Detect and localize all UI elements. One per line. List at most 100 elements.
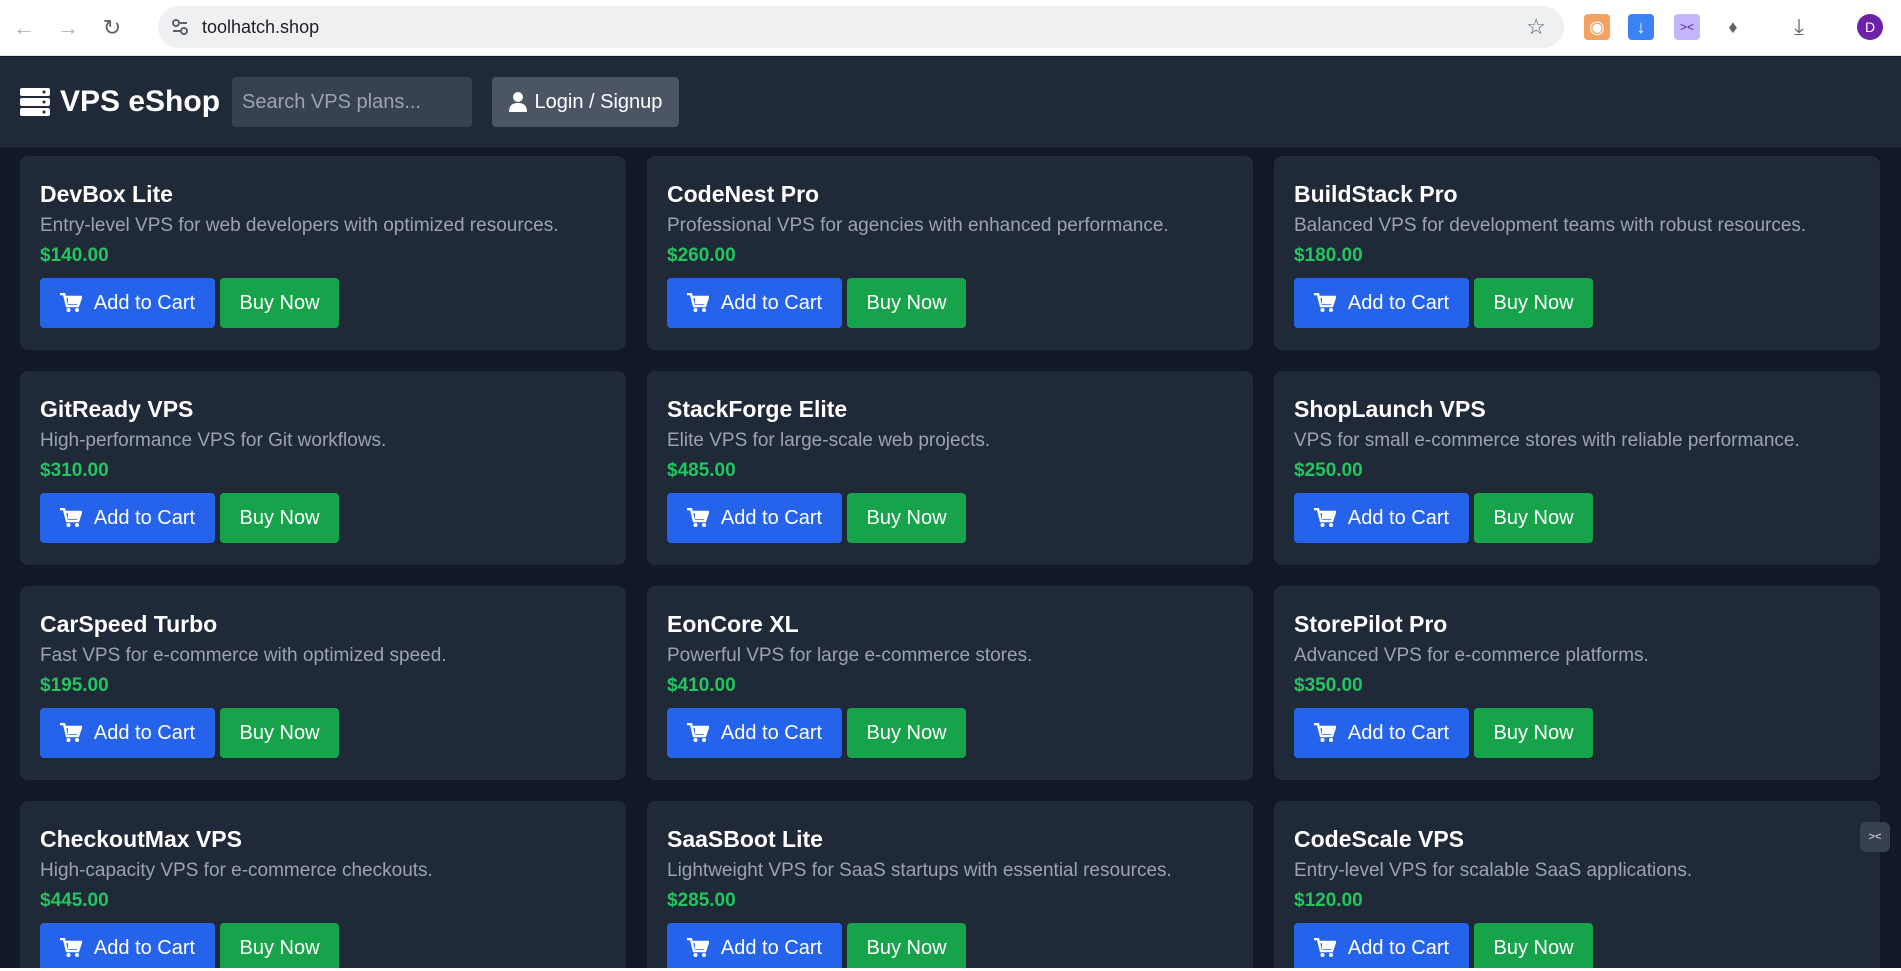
- buy-now-button[interactable]: Buy Now: [1474, 493, 1593, 543]
- product-grid: DevBox Lite Entry-level VPS for web deve…: [20, 156, 1880, 971]
- product-card: CheckoutMax VPS High-capacity VPS for e-…: [20, 801, 626, 971]
- product-price: $310.00: [40, 460, 109, 481]
- product-name: CheckoutMax VPS: [40, 826, 242, 852]
- product-name: BuildStack Pro: [1294, 181, 1458, 207]
- buy-now-button[interactable]: Buy Now: [847, 923, 966, 971]
- product-name: CodeScale VPS: [1294, 826, 1465, 852]
- browser-toolbar: ← → ↻ toolhatch.shop ☆ ◉ ↓ >< ♦ ⤓ D: [0, 0, 1901, 56]
- product-description: High-performance VPS for Git workflows.: [40, 430, 387, 451]
- brand-title: VPS eShop: [60, 85, 221, 118]
- add-to-cart-label: Add to Cart: [720, 291, 823, 314]
- product-name: StorePilot Pro: [1294, 611, 1448, 637]
- cart-icon: [59, 508, 82, 527]
- add-to-cart-button[interactable]: Add to Cart: [1294, 493, 1469, 543]
- bookmark-star-icon[interactable]: ☆: [1526, 14, 1546, 40]
- cart-icon: [686, 938, 709, 957]
- buy-now-button[interactable]: Buy Now: [847, 493, 966, 543]
- product-actions: Add to Cart Buy Now: [1294, 708, 1860, 758]
- cart-icon: [1313, 723, 1336, 742]
- cart-icon: [59, 723, 82, 742]
- buy-now-button[interactable]: Buy Now: [1474, 708, 1593, 758]
- cart-icon: [59, 938, 82, 957]
- add-to-cart-label: Add to Cart: [93, 291, 196, 314]
- buy-now-button[interactable]: Buy Now: [220, 923, 339, 971]
- add-to-cart-label: Add to Cart: [720, 936, 823, 959]
- login-signup-button[interactable]: Login / Signup: [492, 77, 679, 127]
- back-arrow-icon[interactable]: ←: [4, 8, 44, 48]
- product-name: CodeNest Pro: [667, 181, 820, 207]
- search-input[interactable]: [232, 77, 472, 127]
- product-actions: Add to Cart Buy Now: [40, 278, 606, 328]
- product-actions: Add to Cart Buy Now: [667, 923, 1233, 971]
- address-bar[interactable]: toolhatch.shop ☆: [158, 6, 1564, 48]
- add-to-cart-button[interactable]: Add to Cart: [667, 708, 842, 758]
- extensions-puzzle-icon[interactable]: ♦: [1720, 14, 1746, 40]
- product-actions: Add to Cart Buy Now: [667, 708, 1233, 758]
- extension-orange-icon[interactable]: ◉: [1584, 14, 1610, 40]
- add-to-cart-label: Add to Cart: [93, 506, 196, 529]
- extension-download-icon[interactable]: ↓: [1628, 14, 1654, 40]
- downloads-icon[interactable]: ⤓: [1786, 14, 1812, 40]
- add-to-cart-label: Add to Cart: [1347, 291, 1450, 314]
- product-card: StackForge Elite Elite VPS for large-sca…: [647, 371, 1253, 565]
- user-icon: [508, 92, 527, 112]
- profile-avatar[interactable]: D: [1857, 14, 1883, 40]
- buy-now-button[interactable]: Buy Now: [220, 278, 339, 328]
- cart-icon: [1313, 508, 1336, 527]
- cart-icon: [686, 293, 709, 312]
- buy-now-button[interactable]: Buy Now: [1474, 278, 1593, 328]
- product-actions: Add to Cart Buy Now: [1294, 493, 1860, 543]
- add-to-cart-button[interactable]: Add to Cart: [40, 493, 215, 543]
- add-to-cart-button[interactable]: Add to Cart: [1294, 278, 1469, 328]
- product-card: CodeScale VPS Entry-level VPS for scalab…: [1274, 801, 1880, 971]
- product-description: Elite VPS for large-scale web projects.: [667, 430, 991, 451]
- product-price: $350.00: [1294, 675, 1363, 696]
- buy-now-button[interactable]: Buy Now: [1474, 923, 1593, 971]
- product-price: $260.00: [667, 245, 736, 266]
- product-description: VPS for small e-commerce stores with rel…: [1294, 430, 1800, 451]
- add-to-cart-button[interactable]: Add to Cart: [40, 278, 215, 328]
- add-to-cart-label: Add to Cart: [1347, 721, 1450, 744]
- add-to-cart-label: Add to Cart: [720, 506, 823, 529]
- product-name: CarSpeed Turbo: [40, 611, 218, 637]
- product-actions: Add to Cart Buy Now: [667, 278, 1233, 328]
- product-actions: Add to Cart Buy Now: [40, 493, 606, 543]
- brand[interactable]: VPS eShop: [20, 85, 220, 119]
- url-text[interactable]: toolhatch.shop: [202, 17, 319, 38]
- add-to-cart-button[interactable]: Add to Cart: [40, 923, 215, 971]
- product-actions: Add to Cart Buy Now: [667, 493, 1233, 543]
- product-description: Balanced VPS for development teams with …: [1294, 215, 1807, 236]
- product-actions: Add to Cart Buy Now: [1294, 278, 1860, 328]
- add-to-cart-label: Add to Cart: [720, 721, 823, 744]
- site-info-icon[interactable]: [164, 11, 196, 43]
- buy-now-button[interactable]: Buy Now: [847, 278, 966, 328]
- product-description: High-capacity VPS for e-commerce checkou…: [40, 860, 433, 881]
- product-card: GitReady VPS High-performance VPS for Gi…: [20, 371, 626, 565]
- add-to-cart-button[interactable]: Add to Cart: [667, 493, 842, 543]
- add-to-cart-button[interactable]: Add to Cart: [40, 708, 215, 758]
- cart-icon: [686, 723, 709, 742]
- extension-purple-icon[interactable]: ><: [1674, 14, 1700, 40]
- product-price: $485.00: [667, 460, 736, 481]
- product-card: CarSpeed Turbo Fast VPS for e-commerce w…: [20, 586, 626, 780]
- product-description: Fast VPS for e-commerce with optimized s…: [40, 645, 447, 666]
- product-description: Entry-level VPS for web developers with …: [40, 215, 559, 236]
- chat-widget-icon[interactable]: ><: [1860, 822, 1890, 852]
- product-actions: Add to Cart Buy Now: [40, 708, 606, 758]
- reload-icon[interactable]: ↻: [92, 8, 132, 48]
- add-to-cart-button[interactable]: Add to Cart: [667, 278, 842, 328]
- product-price: $180.00: [1294, 245, 1363, 266]
- forward-arrow-icon[interactable]: →: [48, 8, 88, 48]
- add-to-cart-button[interactable]: Add to Cart: [1294, 923, 1469, 971]
- buy-now-button[interactable]: Buy Now: [220, 493, 339, 543]
- product-price: $250.00: [1294, 460, 1363, 481]
- add-to-cart-button[interactable]: Add to Cart: [1294, 708, 1469, 758]
- product-card: DevBox Lite Entry-level VPS for web deve…: [20, 156, 626, 350]
- product-price: $445.00: [40, 890, 109, 911]
- add-to-cart-button[interactable]: Add to Cart: [667, 923, 842, 971]
- buy-now-button[interactable]: Buy Now: [220, 708, 339, 758]
- product-actions: Add to Cart Buy Now: [40, 923, 606, 971]
- product-description: Entry-level VPS for scalable SaaS applic…: [1294, 860, 1693, 881]
- app-header: VPS eShop Login / Signup: [0, 57, 1901, 147]
- buy-now-button[interactable]: Buy Now: [847, 708, 966, 758]
